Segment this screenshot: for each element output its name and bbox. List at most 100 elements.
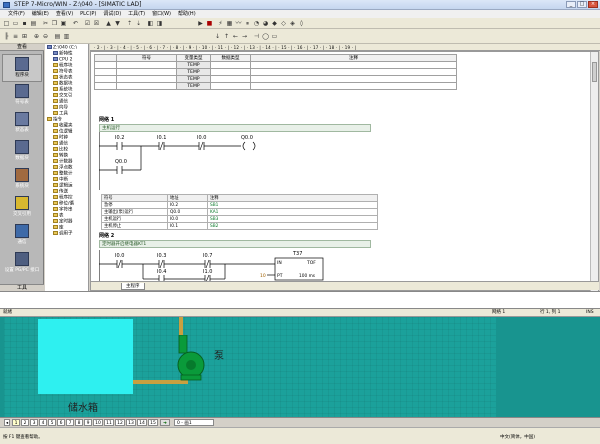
table-row[interactable]: TEMP [94,68,457,76]
single-read-icon[interactable]: ◔ [253,20,260,27]
sort-desc-icon[interactable]: ⇣ [135,20,142,27]
network-2-ladder[interactable]: I0.0 I0.3 I0.7 I0.4 I1.0 T37 IN TOF PT 1… [99,250,339,282]
menu-tools[interactable]: 工具(T) [128,10,145,18]
hmi-page-tab[interactable]: 5 [48,419,56,426]
print-icon[interactable]: ▤ [30,20,37,27]
water-tank[interactable] [38,319,133,394]
hmi-screen-select[interactable]: 0 - 画1 [174,419,214,426]
menu-file[interactable]: 文件(F) [8,10,25,18]
nav-item-cross-reference[interactable]: 交叉引用 [2,194,42,222]
status-chart-icon[interactable]: ▦ [226,20,233,27]
close-button[interactable]: × [588,1,598,8]
title-bar: STEP 7-Micro/WIN - Z:\040 - [SIMATIC LAD… [0,0,600,10]
hmi-first-page-icon[interactable]: ◂ [4,419,10,426]
hmi-page-tab[interactable]: 12 [115,419,125,426]
menu-edit[interactable]: 编辑(E) [32,10,49,18]
editor-vertical-scrollbar[interactable] [590,52,598,292]
hmi-page-tab[interactable]: 13 [126,419,136,426]
network-2-comment[interactable]: 定时器开启继电器KT1 [99,240,371,248]
compile-icon[interactable]: ☑ [84,20,91,27]
new-icon[interactable]: □ [3,20,10,27]
menu-plc[interactable]: PLC(P) [80,10,96,18]
options-icon[interactable]: ◧ [147,20,154,27]
hmi-page-tab[interactable]: 9 [84,419,92,426]
editor-tab-strip: 主程序 [91,281,599,290]
stl-view-icon[interactable]: ≡ [12,33,19,40]
fbd-view-icon[interactable]: ⊞ [21,33,28,40]
hmi-next-page-icon[interactable]: ➜ [160,419,170,426]
menu-debug[interactable]: 调试(D) [103,10,121,18]
pump[interactable] [172,334,206,381]
paste-icon[interactable]: ▣ [60,20,67,27]
read-forced-icon[interactable]: ◊ [298,20,305,27]
network-2-title[interactable]: 网络 2 [99,232,114,239]
table-row[interactable]: TEMP [94,82,457,90]
line-up-icon[interactable]: ↑ [223,33,230,40]
save-icon[interactable]: ▪ [21,20,28,27]
nav-item-symbol-table[interactable]: 符号表 [2,82,42,110]
sort-asc-icon[interactable]: ⇡ [126,20,133,27]
nav-footer[interactable]: 工具 [0,284,44,291]
program-status-icon[interactable]: ⚡ [217,20,224,27]
toggle-comments-icon[interactable]: ▤ [54,33,61,40]
trend-icon[interactable]: 〰 [235,20,242,27]
hmi-page-tab[interactable]: 6 [57,419,65,426]
maximize-button[interactable]: □ [577,1,587,8]
hmi-page-tab[interactable]: 4 [39,419,47,426]
hmi-page-tab[interactable]: 10 [93,419,103,426]
line-right-icon[interactable]: → [241,33,248,40]
tab-main-program[interactable]: 主程序 [121,283,145,290]
table-row[interactable]: TEMP [94,61,457,69]
nav-item-system-block[interactable]: 系统块 [2,166,42,194]
compile-all-icon[interactable]: ☒ [93,20,100,27]
insert-network-icon[interactable]: ⊕ [33,33,40,40]
line-down-icon[interactable]: ↓ [214,33,221,40]
pause-icon[interactable]: ⏸ [244,20,251,27]
timer-preset: 10 [260,273,266,279]
nav-item-pgpc-interface[interactable]: 设置 PG/PC 接口 [2,250,42,278]
hmi-page-tab[interactable]: 8 [75,419,83,426]
unforce-icon[interactable]: ◇ [280,20,287,27]
stop-icon[interactable]: ■ [206,20,213,27]
bookmark-icon[interactable]: ◨ [156,20,163,27]
hmi-page-tab[interactable]: 3 [30,419,38,426]
nav-item-program-block[interactable]: 程序块 [2,54,42,82]
unforce-all-icon[interactable]: ◈ [289,20,296,27]
nav-item-communication[interactable]: 通信 [2,222,42,250]
tree-item[interactable]: 调用子 [53,231,73,237]
ladder-view-icon[interactable]: ╟ [3,33,10,40]
hmi-page-tab[interactable]: 15 [148,419,158,426]
cut-icon[interactable]: ✂ [42,20,49,27]
hmi-page-tab[interactable]: 7 [66,419,74,426]
network-1-title[interactable]: 网络 1 [99,116,114,123]
upload-icon[interactable]: ▲ [105,20,112,27]
table-row[interactable]: TEMP [94,75,457,83]
run-icon[interactable]: ▶ [197,20,204,27]
menu-window[interactable]: 窗口(W) [152,10,171,18]
hmi-page-tab[interactable]: 1 [12,419,20,426]
download-icon[interactable]: ▼ [114,20,121,27]
undo-icon[interactable]: ↶ [72,20,79,27]
coil-icon[interactable]: ◯ [262,33,269,40]
network-1-comment[interactable]: 主机运行 [99,124,371,132]
write-all-icon[interactable]: ◕ [262,20,269,27]
nav-item-data-block[interactable]: 数据块 [2,138,42,166]
scrollbar-thumb[interactable] [592,62,597,82]
hmi-page-tab[interactable]: 14 [137,419,147,426]
open-icon[interactable]: ▭ [12,20,19,27]
hmi-page-tab[interactable]: 11 [104,419,114,426]
copy-icon[interactable]: ❐ [51,20,58,27]
force-icon[interactable]: ◆ [271,20,278,27]
contact-icon[interactable]: ⊣ [253,33,260,40]
delete-network-icon[interactable]: ⊖ [42,33,49,40]
menu-view[interactable]: 查看(V) [56,10,73,18]
minimize-button[interactable]: _ [566,1,576,8]
contact-label: I0.0 [115,253,124,259]
menu-help[interactable]: 帮助(H) [178,10,196,18]
line-left-icon[interactable]: ← [232,33,239,40]
nav-item-status-table[interactable]: 状态表 [2,110,42,138]
box-icon[interactable]: ▭ [271,33,278,40]
toggle-symbols-icon[interactable]: ▥ [63,33,70,40]
hmi-page-tab[interactable]: 2 [21,419,29,426]
network-1-ladder[interactable]: I0.2 I0.1 I0.0 Q0.0 Q0.0 [99,132,279,192]
